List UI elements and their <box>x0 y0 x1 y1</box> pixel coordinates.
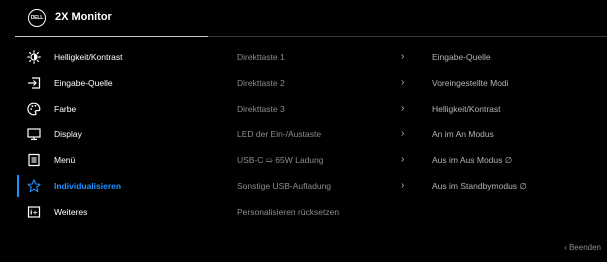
value-usb-c-charging: Aus im Aus Modus ∅ <box>432 155 513 165</box>
menu-title: 2X Monitor <box>55 11 112 23</box>
nav-item-farbe[interactable]: Farbe <box>15 99 205 119</box>
setting-direkttaste-1[interactable]: Direkttaste 1 <box>237 47 285 67</box>
chevron-right-icon: › <box>401 128 405 139</box>
nav-label: Farbe <box>54 104 77 114</box>
chevron-right-icon: › <box>401 103 405 114</box>
nav-item-weiteres[interactable]: i+ Weiteres <box>15 202 205 222</box>
color-icon <box>27 102 41 116</box>
nav-label: Individualisieren <box>54 181 122 191</box>
exit-button[interactable]: ‹ Beenden <box>564 243 601 252</box>
svg-text:i+: i+ <box>30 209 38 217</box>
nav-item-display[interactable]: Display <box>15 124 205 144</box>
nav-label: Display <box>54 129 82 139</box>
dell-logo: DELL <box>28 9 46 27</box>
chevron-right-icon: › <box>401 51 405 62</box>
chevron-right-icon: › <box>401 154 405 165</box>
others-icon: i+ <box>27 205 41 219</box>
nav-item-helligkeit-kontrast[interactable]: Helligkeit/Kontrast <box>15 47 205 67</box>
nav-label: Eingabe-Quelle <box>54 78 113 88</box>
chevron-right-icon: › <box>401 180 405 191</box>
nav-label: Menü <box>54 155 76 165</box>
nav-item-menu[interactable]: Menü <box>15 150 205 170</box>
value-direkttaste-3: Helligkeit/Kontrast <box>432 104 501 114</box>
setting-direkttaste-2[interactable]: Direkttaste 2 <box>237 73 285 93</box>
nav-label: Helligkeit/Kontrast <box>54 52 123 62</box>
setting-direkttaste-3[interactable]: Direkttaste 3 <box>237 99 285 119</box>
nav-item-eingabe-quelle[interactable]: Eingabe-Quelle <box>15 73 205 93</box>
menu-icon <box>27 153 41 167</box>
display-icon <box>27 127 41 141</box>
nav-item-individualisieren[interactable]: Individualisieren <box>15 175 205 197</box>
star-icon <box>27 179 41 193</box>
setting-usb-c-charging[interactable]: USB-C ➯ 65W Ladung <box>237 150 324 170</box>
setting-led-power-button[interactable]: LED der Ein-/Austaste <box>237 124 321 144</box>
header-divider-dim <box>208 36 607 37</box>
value-direkttaste-1: Eingabe-Quelle <box>432 52 491 62</box>
nav-label: Weiteres <box>54 207 88 217</box>
value-direkttaste-2: Voreingestellte Modi <box>432 78 509 88</box>
setting-other-usb-charging[interactable]: Sonstige USB-Aufladung <box>237 176 331 196</box>
chevron-right-icon: › <box>401 77 405 88</box>
header-divider <box>15 36 208 37</box>
value-other-usb-charging: Aus im Standbymodus ∅ <box>432 181 527 191</box>
value-led-power-button: An im An Modus <box>432 129 494 139</box>
setting-reset-personalization[interactable]: Personalisieren rücksetzen <box>237 202 339 222</box>
input-source-icon <box>27 76 41 90</box>
brightness-icon <box>27 50 41 64</box>
